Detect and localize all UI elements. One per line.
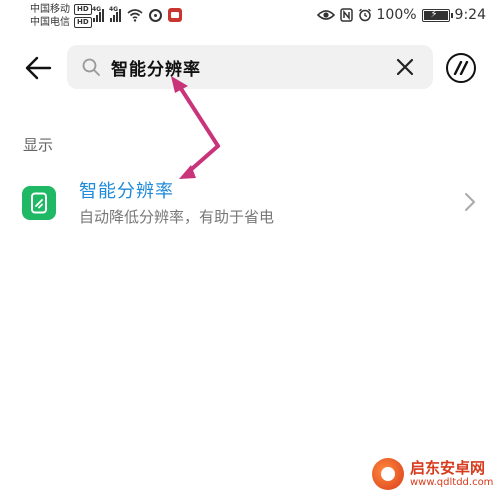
battery-icon: ⚡ (421, 8, 453, 22)
watermark-logo-icon (372, 458, 404, 490)
search-input[interactable]: 智能分辨率 (111, 55, 201, 80)
smart-resolution-icon (22, 186, 56, 220)
network-type-label: 4G (92, 6, 102, 13)
result-title: 智能分辨率 (79, 181, 174, 202)
app-notification-icon (149, 9, 162, 22)
hd-badge-2: HD (74, 17, 92, 28)
signal-icon: 4G (92, 6, 104, 22)
carrier-info: 中国移动 HD 中国电信 HD (30, 3, 92, 29)
watermark-name: 启东安卓网 (410, 458, 486, 477)
search-bar[interactable]: 智能分辨率 (67, 45, 433, 89)
network-type-label-2: 4G (109, 6, 119, 13)
hd-badge-1: HD (74, 4, 92, 15)
clock: 9:24 (454, 7, 486, 23)
search-icon (82, 58, 100, 76)
back-arrow-icon (25, 56, 52, 80)
status-icons-right: 100% ⚡ 9:24 (316, 7, 486, 23)
ai-assistant-button[interactable] (446, 53, 476, 83)
ai-assistant-icon (453, 61, 469, 75)
search-result-item[interactable]: 智能分辨率 自动降低分辨率，有助于省电 (0, 170, 500, 240)
alarm-icon (358, 8, 371, 22)
status-icons-left: 4G 4G (92, 6, 182, 22)
wifi-icon (127, 9, 143, 22)
clear-icon[interactable] (395, 57, 415, 77)
result-subtitle: 自动降低分辨率，有助于省电 (79, 208, 275, 226)
section-label: 显示 (23, 136, 54, 154)
eye-comfort-icon (316, 10, 335, 20)
back-button[interactable] (22, 52, 54, 84)
watermark: 启东安卓网 www.qdltdd.com (372, 458, 493, 490)
carrier-1: 中国移动 (30, 4, 70, 15)
arrow-to-search (176, 82, 220, 148)
battery-percent: 100% (376, 7, 417, 23)
signal-icon-2: 4G (109, 6, 121, 22)
watermark-url: www.qdltdd.com (410, 476, 494, 488)
carrier-2: 中国电信 (30, 17, 70, 28)
chevron-right-icon (465, 193, 475, 211)
nfc-icon (339, 8, 353, 22)
status-bar: 中国移动 HD 中国电信 HD 4G 4G 100% ⚡ 9:24 (0, 0, 500, 34)
app-notification-icon-2 (168, 8, 182, 22)
